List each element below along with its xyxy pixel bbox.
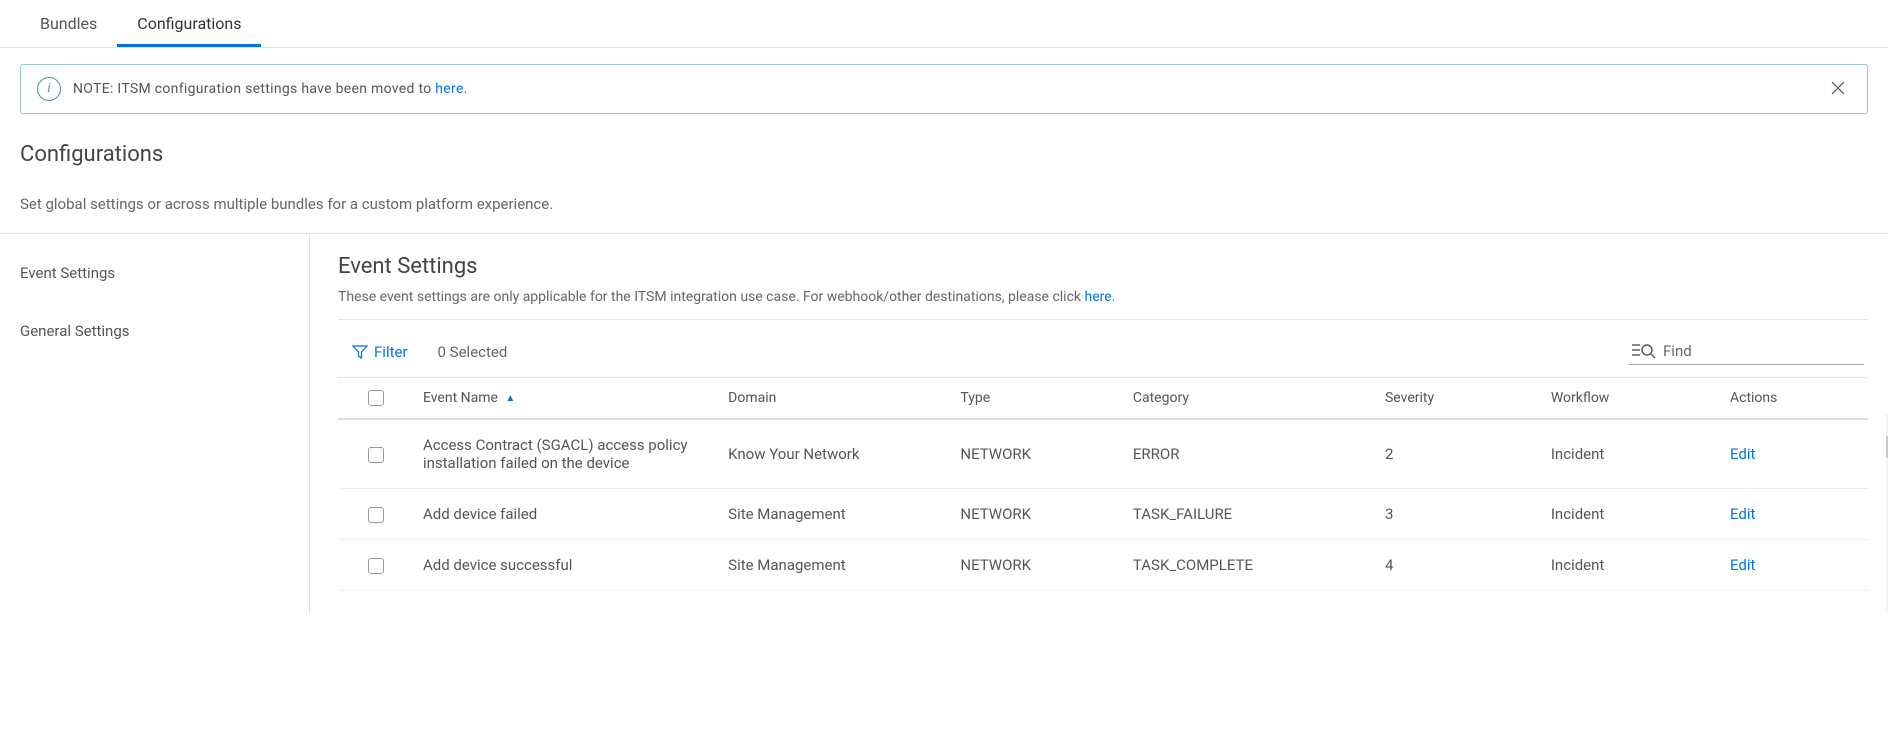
table-row: Add device successfulSite ManagementNETW…: [338, 540, 1868, 591]
cell-domain: Site Management: [720, 489, 952, 540]
find-input[interactable]: [1663, 342, 1862, 360]
main-split: Event Settings General Settings Event Se…: [0, 233, 1888, 614]
sidebar-item-event-settings[interactable]: Event Settings: [0, 254, 309, 292]
sidebar: Event Settings General Settings: [0, 234, 310, 614]
sort-ascending-icon: ▲: [505, 393, 515, 404]
row-checkbox-cell: [338, 419, 415, 489]
header-domain[interactable]: Domain: [720, 378, 952, 419]
cell-actions: Edit: [1722, 419, 1868, 489]
row-checkbox[interactable]: [368, 507, 384, 523]
cell-severity: 4: [1377, 540, 1543, 591]
cell-domain: Site Management: [720, 540, 952, 591]
cell-event-name: Add device successful: [415, 540, 720, 591]
find-list-icon: [1631, 342, 1657, 360]
info-banner-link[interactable]: here.: [435, 81, 467, 97]
edit-link[interactable]: Edit: [1730, 556, 1755, 574]
header-category[interactable]: Category: [1125, 378, 1377, 419]
table-row: Access Contract (SGACL) access policy in…: [338, 419, 1868, 489]
cell-type: NETWORK: [952, 540, 1125, 591]
edit-link[interactable]: Edit: [1730, 445, 1755, 463]
cell-event-name: Add device failed: [415, 489, 720, 540]
cell-actions: Edit: [1722, 540, 1868, 591]
cell-domain: Know Your Network: [720, 419, 952, 489]
row-checkbox-cell: [338, 489, 415, 540]
header-actions: Actions: [1722, 378, 1868, 419]
close-icon[interactable]: [1825, 79, 1851, 100]
page-title: Configurations: [20, 142, 1868, 167]
cell-category: ERROR: [1125, 419, 1377, 489]
info-banner-prefix: NOTE: ITSM configuration settings have b…: [73, 81, 435, 97]
content-desc-suffix: .: [1112, 289, 1116, 305]
row-checkbox[interactable]: [368, 447, 384, 463]
header-workflow[interactable]: Workflow: [1543, 378, 1722, 419]
filter-label: Filter: [374, 343, 408, 361]
header-type[interactable]: Type: [952, 378, 1125, 419]
header-event-name[interactable]: Event Name ▲: [415, 378, 720, 419]
content-desc-prefix: These event settings are only applicable…: [338, 289, 1084, 305]
cell-category: TASK_COMPLETE: [1125, 540, 1377, 591]
header-checkbox-cell: [338, 378, 415, 419]
table-toolbar: Filter 0 Selected: [338, 338, 1868, 377]
content-panel: Event Settings These event settings are …: [310, 234, 1888, 614]
toolbar-left: Filter 0 Selected: [352, 343, 507, 361]
header-event-name-label: Event Name: [423, 390, 498, 406]
find-control[interactable]: [1629, 338, 1864, 365]
tab-bundles[interactable]: Bundles: [20, 0, 117, 47]
cell-workflow: Incident: [1543, 419, 1722, 489]
sidebar-item-general-settings[interactable]: General Settings: [0, 312, 309, 350]
cell-workflow: Incident: [1543, 489, 1722, 540]
selected-count: 0 Selected: [438, 343, 508, 361]
cell-event-name: Access Contract (SGACL) access policy in…: [415, 419, 720, 489]
content-desc-link[interactable]: here: [1084, 289, 1111, 305]
page-description: Set global settings or across multiple b…: [20, 195, 1868, 213]
tab-configurations[interactable]: Configurations: [117, 0, 261, 47]
filter-icon: [352, 344, 368, 360]
row-checkbox-cell: [338, 540, 415, 591]
table-row: Add device failedSite ManagementNETWORKT…: [338, 489, 1868, 540]
divider: [338, 319, 1868, 320]
info-banner: i NOTE: ITSM configuration settings have…: [20, 64, 1868, 114]
events-table: Event Name ▲ Domain Type Category Severi…: [338, 377, 1868, 591]
page-header: Configurations Set global settings or ac…: [0, 114, 1888, 233]
cell-severity: 3: [1377, 489, 1543, 540]
info-icon: i: [37, 77, 61, 101]
row-checkbox[interactable]: [368, 558, 384, 574]
cell-type: NETWORK: [952, 419, 1125, 489]
edit-link[interactable]: Edit: [1730, 505, 1755, 523]
cell-category: TASK_FAILURE: [1125, 489, 1377, 540]
select-all-checkbox[interactable]: [368, 390, 384, 406]
cell-workflow: Incident: [1543, 540, 1722, 591]
content-title: Event Settings: [338, 254, 1868, 279]
content-description: These event settings are only applicable…: [338, 289, 1868, 305]
cell-severity: 2: [1377, 419, 1543, 489]
table-header-row: Event Name ▲ Domain Type Category Severi…: [338, 378, 1868, 419]
cell-actions: Edit: [1722, 489, 1868, 540]
cell-type: NETWORK: [952, 489, 1125, 540]
filter-button[interactable]: Filter: [352, 343, 408, 361]
header-severity[interactable]: Severity: [1377, 378, 1543, 419]
info-banner-text: NOTE: ITSM configuration settings have b…: [73, 81, 1813, 97]
top-tab-bar: Bundles Configurations: [0, 0, 1888, 48]
